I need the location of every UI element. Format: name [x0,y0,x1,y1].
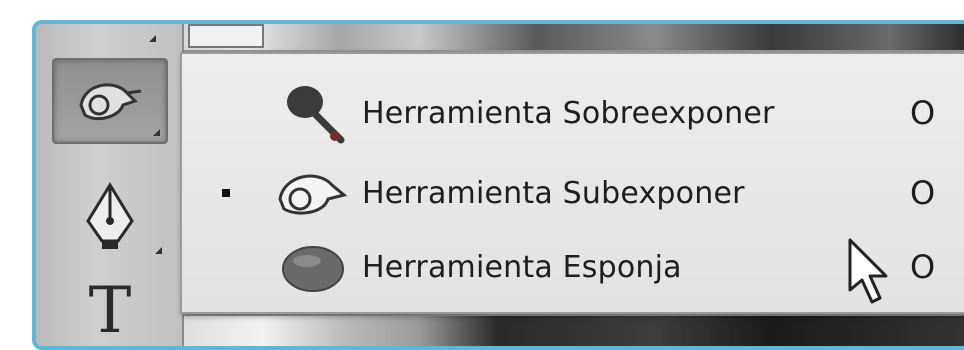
tool-flyout-menu: Herramienta Sobreexponer O Herramienta S… [180,52,964,314]
tool-partial-top[interactable] [52,24,168,46]
submenu-indicator-icon [155,247,162,254]
submenu-indicator-icon [153,129,160,136]
menu-item-label: Herramienta Subexponer [362,175,745,211]
app-window: T Herramienta Sobreexponer O Herramienta… [32,20,964,350]
menu-item-dodge-tool[interactable]: Herramienta Subexponer O [182,152,964,234]
menu-item-shortcut: O [910,248,936,286]
tools-panel: T [36,24,184,346]
pen-tool-button[interactable] [52,174,168,260]
menu-item-shortcut: O [910,174,936,212]
image-strip-bottom [184,316,964,346]
mouse-cursor-icon [848,238,888,304]
menu-item-shortcut: O [910,94,936,132]
menu-item-label: Herramienta Sobreexponer [362,95,775,131]
submenu-indicator-icon [149,35,156,42]
dodge-icon [79,83,142,121]
dodge-icon [274,158,354,228]
pen-icon [86,182,134,249]
dodge-tool-button[interactable] [52,58,168,144]
image-strip-top [184,24,964,50]
menu-item-burn-tool[interactable]: Herramienta Sobreexponer O [182,72,964,154]
selected-bullet-icon [222,189,230,197]
menu-item-label: Herramienta Esponja [362,249,682,285]
sponge-icon [274,232,354,302]
document-tab[interactable] [188,24,264,48]
burn-icon [274,78,354,148]
type-icon: T [88,274,132,348]
type-tool-button[interactable]: T [52,268,168,348]
